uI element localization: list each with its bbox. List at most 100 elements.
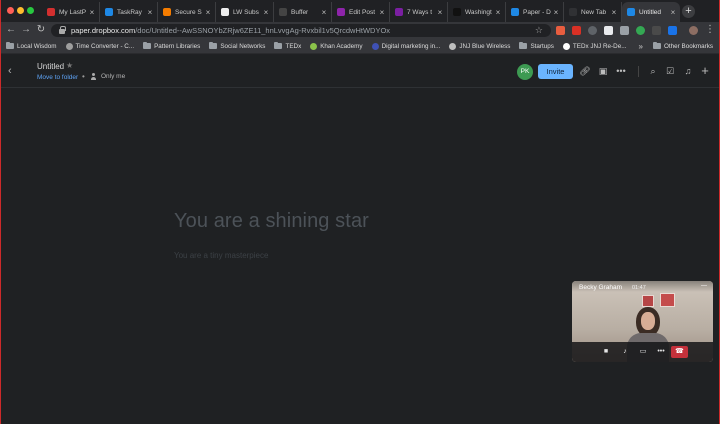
address-bar[interactable]: paper.dropbox.com/doc/Untitled--AwSSNOYb… <box>51 24 551 37</box>
bookmark-item[interactable]: Pattern Libraries <box>143 42 200 50</box>
tab-title: My LastP <box>59 8 87 16</box>
bookmark-item[interactable]: Digital marketing in... <box>371 42 440 50</box>
doc-subheading[interactable]: You are a tiny masterpiece <box>174 251 268 260</box>
search-icon[interactable]: ⌕ <box>646 64 660 78</box>
bookmark-item[interactable]: Social Networks <box>209 42 266 50</box>
favicon-icon <box>163 8 171 16</box>
bookmark-label: Social Networks <box>220 42 266 50</box>
other-bookmarks-label: Other Bookmarks <box>664 42 713 50</box>
extension-icon[interactable] <box>620 26 629 35</box>
camera-icon[interactable]: ■ <box>600 347 612 357</box>
link-icon[interactable]: 🔗︎ <box>578 64 592 78</box>
browser-tab[interactable]: 7 Ways t × <box>390 2 448 22</box>
close-window-button[interactable] <box>7 7 14 14</box>
lock-icon <box>59 25 66 34</box>
browser-tab[interactable]: LW Subs × <box>216 2 274 22</box>
close-tab-icon[interactable]: × <box>552 8 560 17</box>
video-call-widget[interactable]: Becky Graham 01:47 — ■ ♪ ▭ ••• ☎ <box>572 281 713 362</box>
browser-tab[interactable]: Secure S × <box>158 2 216 22</box>
hang-up-button[interactable]: ☎ <box>671 346 688 358</box>
avatar[interactable]: PK <box>517 64 533 80</box>
invite-button[interactable]: Invite <box>538 64 573 79</box>
screen-share-icon[interactable]: ▭ <box>637 347 649 357</box>
browser-tab[interactable]: TaskRay × <box>100 2 158 22</box>
profile-avatar[interactable] <box>689 26 698 35</box>
extension-icon[interactable] <box>556 26 565 35</box>
browser-tab[interactable]: Paper - D × <box>506 2 564 22</box>
bookmark-favicon-icon <box>65 42 73 50</box>
microphone-icon[interactable]: ♪ <box>619 347 631 357</box>
more-options-icon[interactable]: ••• <box>614 64 628 78</box>
browser-tab[interactable]: Buffer × <box>274 2 332 22</box>
back-chevron-icon[interactable]: ‹ <box>8 65 12 77</box>
bookmark-star-icon[interactable]: ☆ <box>535 25 543 36</box>
tab-title: Washingt <box>465 8 492 16</box>
bookmark-item[interactable]: TEDx <box>274 42 302 50</box>
bookmark-label: JNJ Blue Wireless <box>459 42 511 50</box>
favicon-icon <box>627 8 635 16</box>
extension-icon[interactable] <box>636 26 645 35</box>
close-tab-icon[interactable]: × <box>436 8 444 17</box>
doc-title[interactable]: Untitled <box>37 62 64 71</box>
favicon-icon <box>511 8 519 16</box>
other-bookmarks[interactable]: Other Bookmarks <box>653 42 713 50</box>
move-to-folder-link[interactable]: Move to folder <box>37 74 78 81</box>
favicon-icon <box>47 8 55 16</box>
reload-icon[interactable]: ↻ <box>35 24 47 36</box>
bookmark-item[interactable]: JNJ Blue Wireless <box>449 42 511 50</box>
browser-tab[interactable]: New Tab × <box>564 2 622 22</box>
bookmark-favicon-icon <box>562 42 570 50</box>
plus-icon[interactable]: + <box>698 64 712 78</box>
favicon-icon <box>105 8 113 16</box>
browser-tab[interactable]: My LastP × <box>42 2 100 22</box>
extension-icon[interactable] <box>668 26 677 35</box>
bookmark-label: Local Wisdom <box>17 42 57 50</box>
bookmarks-overflow-icon[interactable]: » <box>639 42 643 51</box>
checklist-icon[interactable]: ☑ <box>663 64 677 78</box>
bookmark-item[interactable]: Local Wisdom <box>6 42 57 50</box>
close-tab-icon[interactable]: × <box>262 8 270 17</box>
bookmark-label: TEDx <box>285 42 302 50</box>
close-tab-icon[interactable]: × <box>378 8 386 17</box>
extension-icon[interactable] <box>572 26 581 35</box>
favorite-star-icon[interactable]: ★ <box>66 61 73 70</box>
doc-heading[interactable]: You are a shining star <box>174 210 369 233</box>
more-call-options-icon[interactable]: ••• <box>655 347 667 357</box>
browser-tab[interactable]: Washingt × <box>448 2 506 22</box>
new-tab-button[interactable]: + <box>682 5 695 18</box>
close-tab-icon[interactable]: × <box>204 8 212 17</box>
folder-icon <box>653 42 661 49</box>
browser-window: My LastP × TaskRay × Secure S × LW Subs × Buffer… <box>1 0 719 424</box>
back-icon[interactable]: ← <box>5 24 17 36</box>
bookmark-label: TEDx JNJ Re-De... <box>572 42 627 50</box>
close-tab-icon[interactable]: × <box>669 8 677 17</box>
close-tab-icon[interactable]: × <box>88 8 96 17</box>
minimize-call-icon[interactable]: — <box>701 283 707 289</box>
bookmark-item[interactable]: Khan Academy <box>310 42 363 50</box>
browser-tab[interactable]: Edit Post × <box>332 2 390 22</box>
bookmark-item[interactable]: TEDx JNJ Re-De... <box>562 42 627 50</box>
browser-tab[interactable]: Untitled × <box>622 2 680 22</box>
maximize-window-button[interactable] <box>27 7 34 14</box>
close-tab-icon[interactable]: × <box>610 8 618 17</box>
close-tab-icon[interactable]: × <box>320 8 328 17</box>
tab-title: Secure S <box>175 8 202 16</box>
extension-icon[interactable] <box>652 26 661 35</box>
browser-toolbar: ← → ↻ paper.dropbox.com/doc/Untitled--Aw… <box>1 22 719 39</box>
bookmark-favicon-icon <box>310 42 318 50</box>
tab-title: 7 Ways t <box>407 8 433 16</box>
close-tab-icon[interactable]: × <box>494 8 502 17</box>
close-tab-icon[interactable]: × <box>146 8 154 17</box>
bookmark-item[interactable]: Time Converter - C... <box>65 42 134 50</box>
forward-icon[interactable]: → <box>20 24 32 36</box>
extension-icon[interactable] <box>604 26 613 35</box>
extension-icon[interactable] <box>588 26 597 35</box>
wall-frame <box>642 295 654 307</box>
bookmark-item[interactable]: Startups <box>519 42 554 50</box>
minimize-window-button[interactable] <box>17 7 24 14</box>
bookmark-favicon-icon <box>371 42 379 50</box>
browser-menu-icon[interactable]: ⋮ <box>704 24 716 36</box>
present-icon[interactable]: ▣ <box>596 64 610 78</box>
sharing-status[interactable]: Only me <box>101 73 125 80</box>
bell-icon[interactable]: ♫ <box>681 64 695 78</box>
